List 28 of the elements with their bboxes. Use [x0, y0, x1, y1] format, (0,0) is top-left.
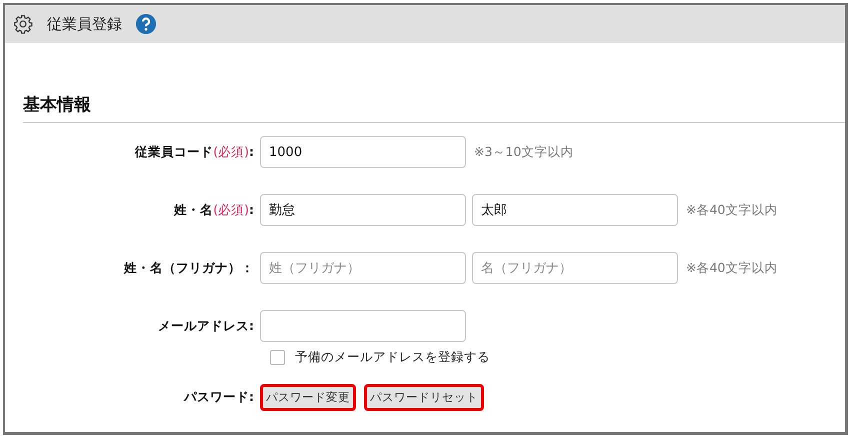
- label-colon: :: [249, 144, 254, 160]
- field-label: 姓・名: [174, 202, 214, 218]
- label-colon: :: [249, 202, 254, 218]
- page-title: 従業員登録: [47, 14, 122, 34]
- required-mark: (必須): [213, 202, 249, 218]
- password-button[interactable]: パスワードリセット: [364, 384, 484, 410]
- checkbox-label[interactable]: 予備のメールアドレスを登録する: [295, 348, 490, 366]
- length-hint: ※各40文字以内: [686, 202, 778, 218]
- field-label: 姓・名（フリガナ）：: [124, 260, 254, 276]
- text-field[interactable]: 太郎: [472, 194, 678, 226]
- required-mark: (必須): [213, 144, 249, 160]
- text-field[interactable]: 勤怠: [260, 194, 466, 226]
- settings-icon[interactable]: [13, 14, 33, 34]
- text-field[interactable]: 姓（フリガナ）: [260, 252, 466, 284]
- length-hint: ※3～10文字以内: [474, 144, 574, 160]
- help-icon[interactable]: [136, 14, 156, 34]
- text-field[interactable]: 1000: [260, 136, 466, 168]
- field-label: メールアドレス: [158, 318, 249, 334]
- field-label: パスワード: [184, 388, 249, 406]
- section-heading: 基本情報: [23, 93, 845, 123]
- email-field[interactable]: [260, 310, 466, 342]
- text-field[interactable]: 名（フリガナ）: [472, 252, 678, 284]
- checkbox[interactable]: [270, 350, 285, 364]
- label-colon: :: [249, 388, 254, 406]
- length-hint: ※各40文字以内: [686, 260, 778, 276]
- label-colon: :: [249, 318, 254, 334]
- field-label: 従業員コード: [135, 144, 214, 160]
- password-button[interactable]: パスワード変更: [260, 384, 356, 410]
